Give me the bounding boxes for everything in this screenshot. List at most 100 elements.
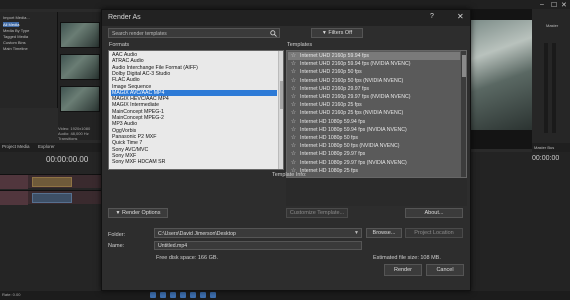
- template-list-item[interactable]: ☆ Internet HD 1080p 25 fps: [288, 167, 460, 175]
- favorite-star-icon[interactable]: ☆: [290, 134, 297, 142]
- filters-button[interactable]: ▼ Filters Off: [311, 28, 363, 38]
- template-list-item[interactable]: ☆ Internet HD 1080p 50 fps: [288, 134, 460, 142]
- volume-meter-left: [544, 43, 548, 133]
- favorite-star-icon[interactable]: ☆: [290, 60, 297, 68]
- favorite-star-icon[interactable]: ☆: [290, 93, 297, 101]
- track-header[interactable]: [0, 191, 28, 205]
- template-list-item[interactable]: ☆ Internet HD 1080p 29.97 fps (NVIDIA NVE…: [288, 159, 460, 167]
- cancel-button[interactable]: Cancel: [426, 264, 464, 276]
- prev-frame-icon[interactable]: [200, 292, 206, 298]
- template-list-item[interactable]: ☆ Internet UHD 2160p 25 fps: [288, 101, 460, 109]
- template-list-item[interactable]: ☆ Internet UHD 2160p 59.94 fps (NVIDIA NV…: [288, 60, 460, 68]
- favorite-star-icon[interactable]: ☆: [290, 85, 297, 93]
- play-icon[interactable]: [170, 292, 176, 298]
- app-title-bar: – ☐ ✕: [0, 0, 570, 9]
- tab-master-bus[interactable]: Master Bus: [534, 145, 554, 150]
- template-label: Internet UHD 2160p 25 fps: [300, 102, 362, 109]
- media-thumbnail[interactable]: [60, 54, 100, 80]
- formats-heading: Formats: [109, 42, 130, 48]
- file-name-field[interactable]: Untitled.mp4: [154, 241, 362, 250]
- formats-scrollbar[interactable]: [278, 51, 283, 169]
- favorite-star-icon[interactable]: ☆: [290, 101, 297, 109]
- template-label: Internet UHD 2160p 50 fps (NVIDIA NVENC): [300, 77, 404, 84]
- template-list-item[interactable]: ☆ Internet UHD 2160p 29.97 fps: [288, 85, 460, 93]
- maximize-icon[interactable]: ☐: [551, 1, 557, 9]
- template-list-item[interactable]: ☆ Internet HD 1080p 50 fps (NVIDIA NVENC): [288, 142, 460, 150]
- favorite-star-icon[interactable]: ☆: [290, 52, 297, 60]
- video-clip[interactable]: [32, 177, 72, 187]
- chevron-down-icon: ▼: [321, 30, 327, 36]
- search-placeholder: Search render templates: [112, 30, 167, 37]
- browse-button[interactable]: Browse...: [366, 228, 402, 238]
- favorite-star-icon[interactable]: ☆: [290, 150, 297, 158]
- project-location-button[interactable]: Project Location: [405, 228, 463, 238]
- templates-heading: Templates: [287, 42, 313, 48]
- next-frame-icon[interactable]: [210, 292, 216, 298]
- template-list-item[interactable]: ☆ Internet UHD 2160p 25 fps (NVIDIA NVENC…: [288, 109, 460, 117]
- templates-list[interactable]: ☆ Internet UHD 2160p 59.94 fps ☆ Internet U…: [286, 50, 467, 178]
- pause-icon[interactable]: [180, 292, 186, 298]
- close-icon[interactable]: ✕: [457, 12, 464, 21]
- scrollbar-thumb[interactable]: [462, 55, 466, 77]
- template-list-item[interactable]: ☆ Internet UHD 2160p 59.94 fps: [288, 52, 460, 61]
- help-icon[interactable]: ?: [430, 13, 434, 20]
- record-icon[interactable]: [150, 292, 156, 298]
- template-label: Internet UHD 2160p 29.97 fps: [300, 85, 369, 92]
- dialog-title: Render As: [108, 14, 141, 21]
- tab-project-media[interactable]: Project Media: [2, 144, 30, 149]
- timeline-time-display: 00:00:00.00: [46, 155, 89, 164]
- tab-explorer[interactable]: Explorer: [38, 144, 55, 149]
- render-button[interactable]: Render: [384, 264, 422, 276]
- favorite-star-icon[interactable]: ☆: [290, 68, 297, 76]
- favorite-star-icon[interactable]: ☆: [290, 118, 297, 126]
- customize-template-button[interactable]: Customize Template...: [286, 208, 348, 218]
- close-app-icon[interactable]: ✕: [561, 1, 567, 9]
- render-options-button[interactable]: ▼ Render Options: [108, 208, 168, 218]
- loop-icon[interactable]: [160, 292, 166, 298]
- template-label: Internet UHD 2160p 59.94 fps: [300, 53, 369, 59]
- template-list-item[interactable]: ☆ Internet HD 1080p 59.94 fps (NVIDIA NVE…: [288, 126, 460, 134]
- free-disk-space: Free disk space: 166 GB.: [156, 255, 219, 261]
- search-icon[interactable]: [270, 30, 277, 37]
- scrollbar-thumb[interactable]: [280, 81, 283, 109]
- templates-scrollbar[interactable]: [461, 51, 466, 177]
- favorite-star-icon[interactable]: ☆: [290, 159, 297, 167]
- track-header[interactable]: [0, 175, 28, 189]
- favorite-star-icon[interactable]: ☆: [290, 77, 297, 85]
- media-thumbnail[interactable]: [60, 22, 100, 48]
- tree-item[interactable]: Tagged Media: [3, 34, 28, 39]
- template-list-item[interactable]: ☆ Internet HD 1080p 59.94 fps: [288, 118, 460, 126]
- template-list-item[interactable]: ☆ Internet UHD 2160p 29.97 fps (NVIDIA NV…: [288, 93, 460, 101]
- tree-item[interactable]: All Media: [3, 22, 20, 27]
- stop-icon[interactable]: [190, 292, 196, 298]
- favorite-star-icon[interactable]: ☆: [290, 142, 297, 150]
- about-button[interactable]: About...: [405, 208, 463, 218]
- favorite-star-icon[interactable]: ☆: [290, 126, 297, 134]
- name-label: Name:: [108, 243, 125, 249]
- playback-rate: Rate: 0.00: [2, 292, 21, 297]
- minimize-icon[interactable]: –: [540, 1, 544, 8]
- chevron-down-icon[interactable]: ▼: [354, 230, 359, 236]
- video-preview-frame: [470, 20, 532, 130]
- template-label: Internet UHD 2160p 59.94 fps (NVIDIA NVE…: [300, 61, 411, 68]
- template-list-item[interactable]: ☆ Internet UHD 2160p 50 fps (NVIDIA NVENC…: [288, 77, 460, 85]
- tree-item[interactable]: Media By Type: [3, 28, 29, 33]
- folder-field[interactable]: C:\Users\David Jimerson\Desktop ▼: [154, 228, 362, 238]
- search-templates-input[interactable]: Search render templates: [108, 28, 280, 38]
- formats-list[interactable]: AAC Audio ATRAC Audio Audio Interchange Fi…: [108, 50, 284, 170]
- format-list-item[interactable]: Sony MXF HDCAM SR: [111, 159, 277, 165]
- tree-item[interactable]: Import Media...: [3, 15, 30, 20]
- audio-clip[interactable]: [32, 193, 72, 203]
- left-panel-tabs: Project Media Explorer: [0, 143, 102, 152]
- video-track[interactable]: [0, 174, 102, 189]
- template-label: Internet HD 1080p 50 fps: [300, 135, 358, 141]
- tree-item[interactable]: Custom Bins: [3, 40, 26, 45]
- audio-track[interactable]: [0, 190, 102, 205]
- favorite-star-icon[interactable]: ☆: [290, 109, 297, 117]
- template-list-item[interactable]: ☆ Internet HD 1080p 29.97 fps: [288, 150, 460, 158]
- dialog-title-bar: Render As ? ✕: [102, 10, 470, 26]
- template-list-item[interactable]: ☆ Internet UHD 2160p 50 fps: [288, 68, 460, 76]
- render-options-label: Render Options: [121, 210, 161, 216]
- media-thumbnail[interactable]: [60, 86, 100, 112]
- tree-item[interactable]: Main Timeline: [3, 46, 28, 51]
